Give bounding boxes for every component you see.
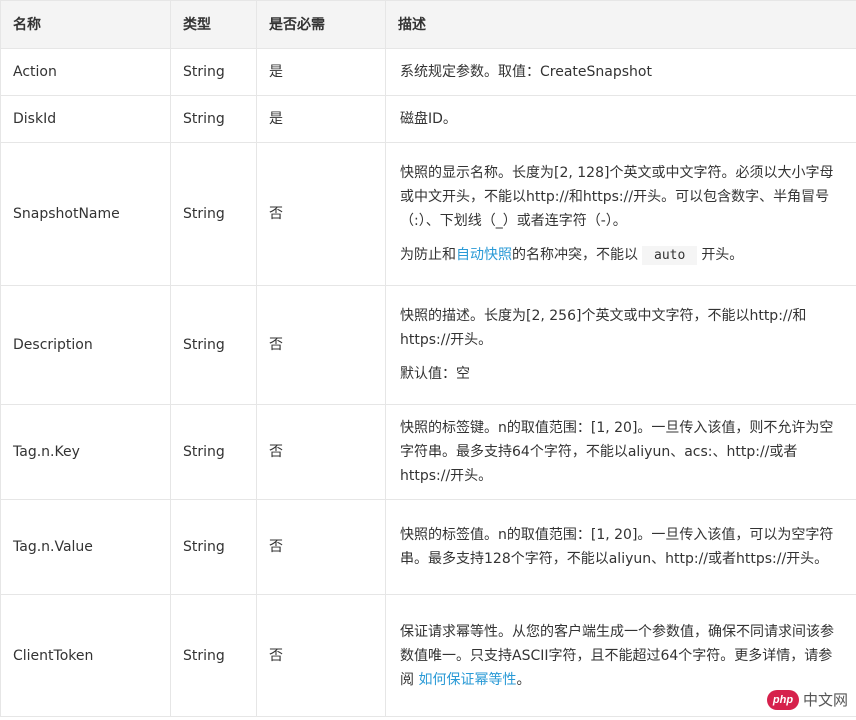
idempotency-link[interactable]: 如何保证幂等性 [418, 672, 516, 688]
param-required: 是 [256, 95, 386, 143]
table-row: Tag.n.Key String 否 快照的标签键。n的取值范围：[1, 20]… [0, 404, 856, 500]
php-logo-icon: php [766, 689, 799, 710]
watermark-label: 中文网 [802, 692, 848, 709]
param-type: String [170, 594, 257, 717]
param-name: ClientToken [0, 594, 171, 717]
table-row: Description String 否 快照的描述。长度为[2, 256]个英… [0, 285, 856, 405]
header-type: 类型 [170, 0, 257, 49]
param-name: DiskId [0, 95, 171, 143]
parameter-table: 名称 类型 是否必需 描述 Action String 是 系统规定参数。取值：… [0, 0, 856, 717]
param-required: 否 [256, 142, 386, 286]
param-description: 快照的描述。长度为[2, 256]个英文或中文字符，不能以http://和htt… [385, 285, 856, 405]
description-text: 为防止和 [400, 246, 456, 263]
param-name: SnapshotName [0, 142, 171, 286]
table-row: ClientToken String 否 保证请求幂等性。从您的客户端生成一个参… [0, 594, 856, 717]
param-description: 快照的显示名称。长度为[2, 128]个英文或中文字符。必须以大小字母或中文开头… [385, 142, 856, 286]
param-description: 磁盘ID。 [385, 95, 856, 143]
param-required: 否 [256, 404, 386, 500]
table-header-row: 名称 类型 是否必需 描述 [0, 0, 856, 49]
description-paragraph: 快照的显示名称。长度为[2, 128]个英文或中文字符。必须以大小字母或中文开头… [400, 164, 834, 229]
description-paragraph: 默认值：空 [400, 366, 470, 382]
param-type: String [170, 48, 257, 96]
param-name: Tag.n.Value [0, 499, 171, 595]
param-name: Tag.n.Key [0, 404, 171, 500]
param-name: Action [0, 48, 171, 96]
header-name: 名称 [0, 0, 171, 49]
param-type: String [170, 499, 257, 595]
header-required: 是否必需 [256, 0, 386, 49]
param-type: String [170, 285, 257, 405]
description-text: 的名称冲突，不能以 [512, 246, 638, 263]
param-required: 否 [256, 285, 386, 405]
param-name: Description [0, 285, 171, 405]
param-description: 快照的标签键。n的取值范围：[1, 20]。一旦传入该值，则不允许为空字符串。最… [385, 404, 856, 500]
description-text: 开头。 [701, 246, 744, 263]
param-required: 是 [256, 48, 386, 96]
param-required: 否 [256, 499, 386, 595]
description-paragraph: 快照的描述。长度为[2, 256]个英文或中文字符，不能以http://和htt… [400, 308, 807, 348]
description-paragraph: 为防止和自动快照的名称冲突，不能以 auto 开头。 [400, 243, 844, 268]
param-type: String [170, 404, 257, 500]
table-row: DiskId String 是 磁盘ID。 [0, 95, 856, 143]
param-description: 快照的标签值。n的取值范围：[1, 20]。一旦传入该值，可以为空字符串。最多支… [385, 499, 856, 595]
table-row: Action String 是 系统规定参数。取值：CreateSnapshot [0, 48, 856, 96]
param-type: String [170, 95, 257, 143]
table-row: Tag.n.Value String 否 快照的标签值。n的取值范围：[1, 2… [0, 499, 856, 595]
table-row: SnapshotName String 否 快照的显示名称。长度为[2, 128… [0, 142, 856, 286]
header-description: 描述 [385, 0, 856, 49]
param-type: String [170, 142, 257, 286]
param-required: 否 [256, 594, 386, 717]
description-text: 。 [516, 671, 531, 688]
auto-snapshot-link[interactable]: 自动快照 [456, 247, 512, 263]
param-description: 系统规定参数。取值：CreateSnapshot [385, 48, 856, 96]
code-auto: auto [642, 245, 698, 265]
php-cn-watermark: php 中文网 [766, 689, 848, 710]
